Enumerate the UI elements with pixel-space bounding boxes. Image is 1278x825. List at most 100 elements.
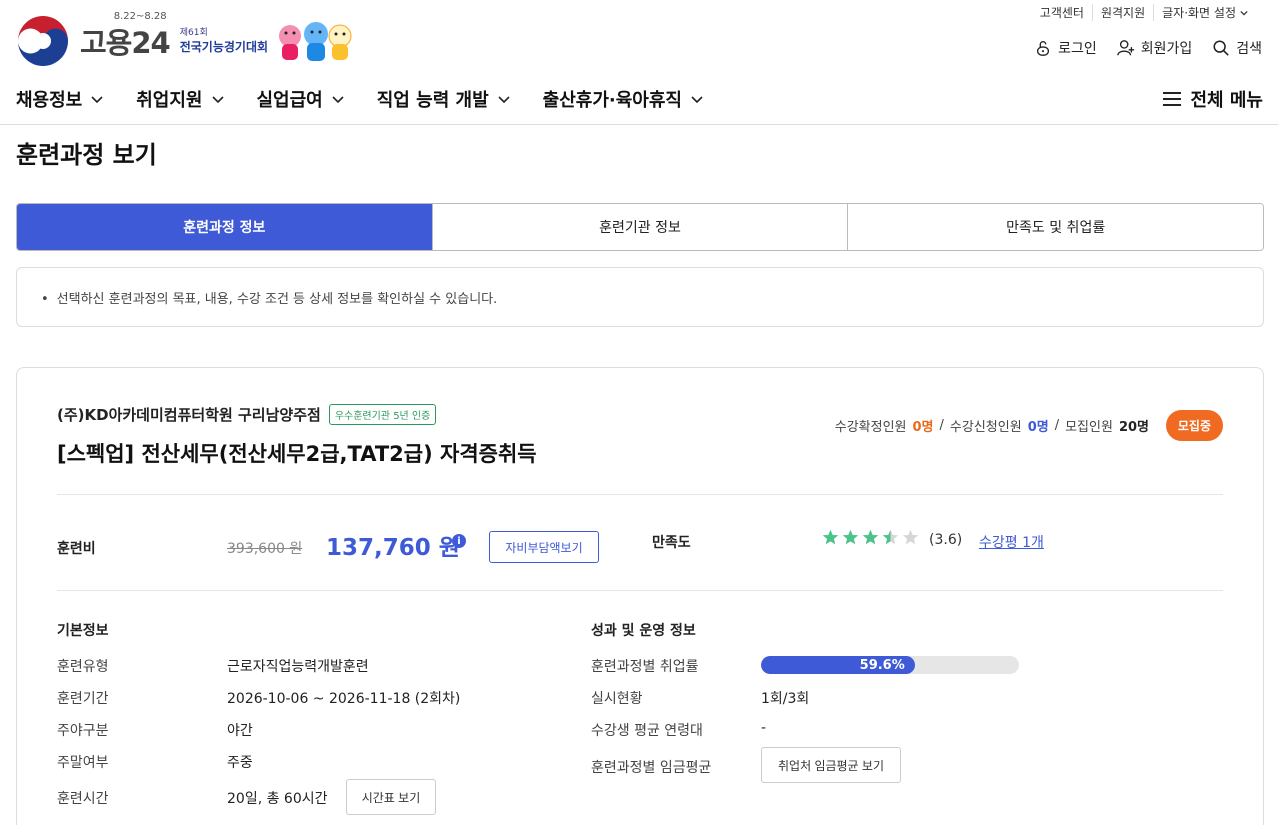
gnb-item-jobs[interactable]: 채용정보 (16, 86, 104, 112)
login-link[interactable]: 로그인 (1034, 38, 1097, 58)
gnb-item-skills-development[interactable]: 직업 능력 개발 (377, 86, 511, 112)
lock-icon (1036, 41, 1050, 56)
event-banner[interactable]: 8.22~8.28 제61회 전국기능경기대회 (114, 11, 268, 55)
signup-label: 회원가입 (1140, 41, 1193, 57)
search-label: 검색 (1236, 41, 1262, 57)
signup-link[interactable]: 회원가입 (1116, 38, 1193, 58)
chevron-down-icon (332, 96, 344, 104)
tab-satisfaction-employment[interactable]: 만족도 및 취업률 (847, 204, 1263, 250)
gnb-menu: 채용정보 취업지원 실업급여 직업 능력 개발 출산휴가·육아휴직 (16, 86, 736, 112)
site-logo[interactable]: 고용24 8.22~8.28 제61회 전국기능경기대회 (16, 11, 356, 68)
tab-course-info[interactable]: 훈련과정 정보 (17, 204, 432, 250)
star-icon (842, 529, 859, 545)
mascots-icon (279, 22, 352, 61)
wage-label: 훈련과정별 임금평균 (591, 760, 712, 776)
applied-label: 수강신청인원 (949, 420, 1022, 435)
add-user-icon (1116, 40, 1134, 56)
gnb-item-employment-support[interactable]: 취업지원 (136, 86, 224, 112)
chevron-down-icon (498, 96, 510, 104)
info-key: 주말여부 (57, 755, 109, 771)
separator: / (939, 418, 944, 433)
user-links: 로그인 회원가입 검색 (1034, 38, 1262, 58)
enrollment-counts: 수강확정인원 0명 / 수강신청인원 0명 / 모집인원 20명 (835, 416, 1149, 435)
institution-name[interactable]: (주)KD아카데미컴퓨터학원 구리남양주점 (57, 404, 321, 425)
info-key: 훈련시간 (57, 791, 109, 807)
page-title: 훈련과정 보기 (16, 141, 157, 169)
applied-count: 0명 (1027, 420, 1049, 435)
info-icon[interactable]: i (452, 534, 466, 548)
institution-row: (주)KD아카데미컴퓨터학원 구리남양주점 우수훈련기관 5년 인증 (57, 404, 437, 425)
info-value: 근로자직업능력개발훈련 (227, 659, 369, 675)
separator: / (1054, 418, 1060, 433)
star-icon (862, 529, 879, 545)
original-fee: 393,600 원 (227, 541, 303, 557)
chevron-down-icon (211, 96, 224, 104)
employment-rate-fill: 59.6% (761, 656, 915, 674)
divider (57, 494, 1223, 495)
performance-title: 성과 및 운영 정보 (591, 623, 696, 639)
tab-institution-info[interactable]: 훈련기관 정보 (431, 204, 848, 250)
employment-rate-bar: 59.6% (761, 656, 1019, 674)
satisfaction-score: (3.6) (929, 532, 963, 548)
satisfaction-label: 만족도 (652, 535, 691, 551)
status-badge: 모집중 (1165, 410, 1223, 441)
info-value: 1회/3회 (761, 691, 810, 707)
course-card: (주)KD아카데미컴퓨터학원 구리남양주점 우수훈련기관 5년 인증 [스펙업]… (16, 367, 1264, 825)
review-link[interactable]: 수강평 1개 (979, 532, 1044, 552)
display-settings-label: 글자·화면 설정 (1162, 6, 1236, 20)
gnb-item-label: 출산휴가·육아휴직 (542, 90, 682, 111)
current-fee: 137,760 원 (326, 535, 460, 561)
info-value: 20일, 총 60시간 (227, 791, 328, 807)
info-key: 수강생 평균 연령대 (591, 723, 703, 739)
chevron-down-icon (691, 96, 703, 104)
confirmed-label: 수강확정인원 (834, 420, 907, 435)
util-link-remote-support[interactable]: 원격지원 (1091, 4, 1153, 21)
search-icon (1213, 40, 1229, 56)
recruit-label: 모집인원 (1065, 420, 1113, 435)
gnb-item-parental-leave[interactable]: 출산휴가·육아휴직 (543, 86, 704, 112)
info-key: 훈련기간 (57, 691, 109, 707)
util-link-display-settings[interactable]: 글자·화면 설정 (1153, 4, 1256, 21)
recruit-count: 20명 (1118, 420, 1149, 435)
all-menu-button[interactable]: 전체 메뉴 (1162, 86, 1263, 112)
search-link[interactable]: 검색 (1212, 38, 1262, 58)
bullet: • (41, 292, 49, 307)
selfpay-button[interactable]: 자비부담액보기 (489, 531, 599, 563)
info-value: 주중 (227, 755, 253, 771)
wage-average-button[interactable]: 취업처 임금평균 보기 (761, 747, 901, 783)
all-menu-label: 전체 메뉴 (1190, 90, 1263, 111)
government-emblem-icon (18, 16, 68, 66)
event-dates: 8.22~8.28 (113, 11, 167, 22)
gnb-item-label: 채용정보 (16, 90, 83, 111)
star-icon (822, 529, 839, 545)
login-label: 로그인 (1058, 41, 1097, 57)
star-icon (902, 529, 919, 545)
info-key: 주야구분 (57, 723, 109, 739)
course-title: [스펙업] 전산세무(전산세무2급,TAT2급) 자격증취득 (57, 442, 537, 466)
util-link-customer-center[interactable]: 고객센터 (1032, 4, 1092, 21)
utility-links: 고객센터 원격지원 글자·화면 설정 (1032, 4, 1256, 21)
basic-info-title: 기본정보 (57, 623, 109, 639)
info-key: 훈련유형 (57, 659, 109, 675)
timetable-button[interactable]: 시간표 보기 (346, 779, 436, 815)
event-edition: 제61회 (179, 28, 208, 38)
notice-text: 선택하신 훈련과정의 목표, 내용, 수강 조건 등 상세 정보를 확인하실 수… (56, 292, 498, 307)
info-value: 2026-10-06 ~ 2026-11-18 (2회차) (227, 691, 461, 707)
gnb-item-label: 취업지원 (136, 90, 203, 111)
certification-badge: 우수훈련기관 5년 인증 (328, 404, 437, 425)
confirmed-count: 0명 (912, 420, 934, 435)
gnb-item-label: 실업급여 (256, 90, 323, 111)
info-notice: • 선택하신 훈련과정의 목표, 내용, 수강 조건 등 상세 정보를 확인하실 … (16, 267, 1264, 327)
chevron-down-icon (1240, 10, 1248, 15)
employment-rate-label: 훈련과정별 취업률 (591, 659, 699, 675)
gnb-item-unemployment-benefit[interactable]: 실업급여 (257, 86, 345, 112)
course-tabs: 훈련과정 정보 훈련기관 정보 만족도 및 취업률 (16, 203, 1264, 251)
rating-stars (822, 529, 919, 546)
fee-label: 훈련비 (57, 541, 96, 557)
brand-name: 고용24 (80, 26, 171, 60)
chevron-down-icon (91, 96, 103, 104)
info-value: 야간 (227, 723, 253, 739)
main-navigation: 채용정보 취업지원 실업급여 직업 능력 개발 출산휴가·육아휴직 전체 메뉴 (0, 74, 1278, 125)
employment-rate-text: 59.6% (859, 657, 905, 673)
gnb-item-label: 직업 능력 개발 (376, 90, 489, 111)
